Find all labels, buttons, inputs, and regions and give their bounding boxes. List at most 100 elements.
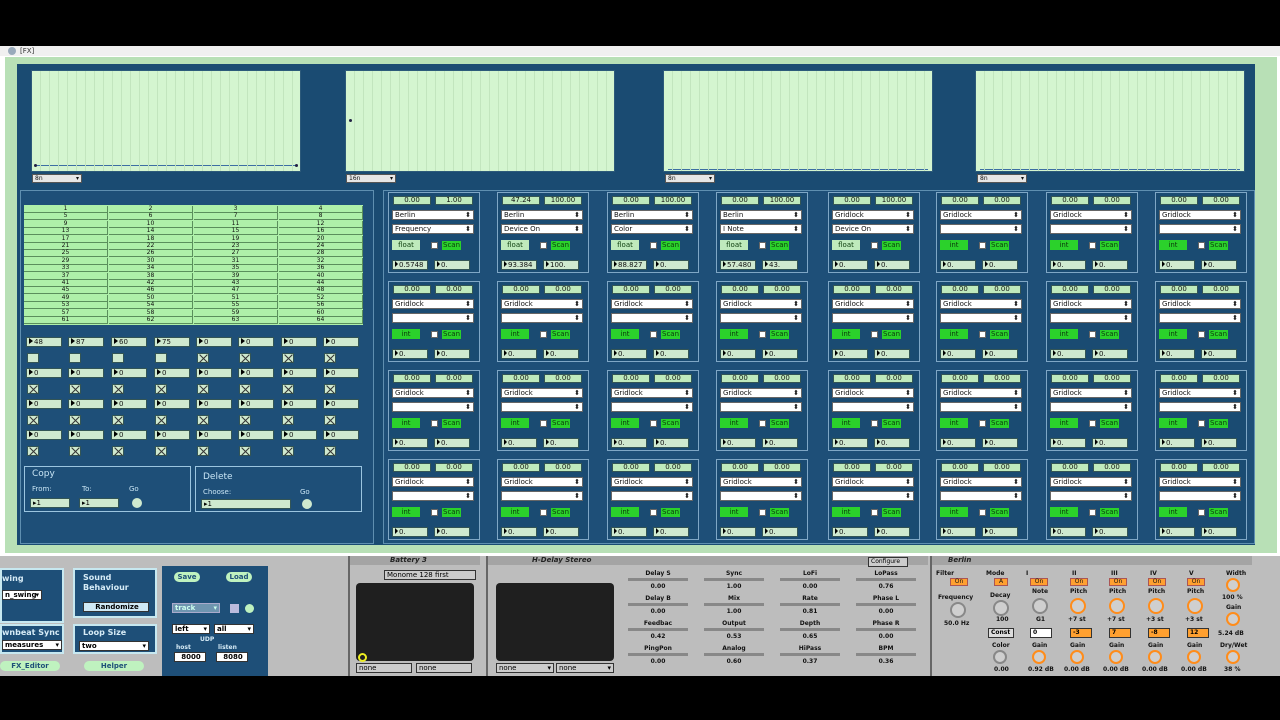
value-1-field[interactable]: 0. bbox=[832, 527, 868, 537]
matrix-toggle[interactable] bbox=[324, 352, 336, 363]
range-high-field[interactable]: 0.00 bbox=[1202, 463, 1240, 472]
device-select[interactable]: Gridlock bbox=[940, 299, 1022, 309]
note-knob[interactable] bbox=[1032, 598, 1048, 614]
matrix-number[interactable]: 0 bbox=[238, 399, 274, 409]
scan-checkbox[interactable] bbox=[540, 331, 547, 338]
matrix-toggle[interactable] bbox=[112, 414, 124, 425]
param-slider[interactable] bbox=[704, 578, 764, 581]
value-1-field[interactable]: 0. bbox=[720, 349, 756, 359]
value-1-field[interactable]: 0. bbox=[940, 527, 976, 537]
matrix-number[interactable]: 0 bbox=[111, 399, 147, 409]
value-2-field[interactable]: 0. bbox=[653, 349, 689, 359]
matrix-toggle[interactable] bbox=[324, 383, 336, 394]
matrix-toggle[interactable] bbox=[239, 383, 251, 394]
matrix-toggle[interactable] bbox=[69, 383, 81, 394]
value-1-field[interactable]: 0. bbox=[1159, 349, 1195, 359]
matrix-number[interactable]: 0 bbox=[154, 368, 190, 378]
value-1-field[interactable]: 0. bbox=[1159, 260, 1195, 270]
matrix-number[interactable]: 0 bbox=[323, 430, 359, 440]
device-select[interactable]: Gridlock bbox=[611, 299, 693, 309]
mode-toggle[interactable]: int bbox=[501, 507, 529, 517]
mode-toggle[interactable]: int bbox=[940, 418, 968, 428]
range-high-field[interactable]: 0.00 bbox=[875, 374, 913, 383]
scope-select[interactable]: all bbox=[214, 624, 254, 634]
mode-toggle[interactable]: int bbox=[1050, 329, 1078, 339]
parameter-select[interactable] bbox=[501, 402, 583, 412]
pitch-knob[interactable] bbox=[1070, 598, 1086, 614]
range-high-field[interactable]: 0.00 bbox=[435, 285, 473, 294]
matrix-toggle[interactable] bbox=[197, 383, 209, 394]
value-2-field[interactable]: 0. bbox=[874, 438, 910, 448]
value-2-field[interactable]: 0. bbox=[874, 260, 910, 270]
mode-toggle[interactable]: float bbox=[720, 240, 748, 250]
range-high-field[interactable]: 1.00 bbox=[435, 196, 473, 205]
matrix-toggle[interactable] bbox=[27, 445, 39, 456]
parameter-select[interactable] bbox=[1050, 313, 1132, 323]
range-high-field[interactable]: 0.00 bbox=[983, 374, 1021, 383]
matrix-toggle[interactable] bbox=[27, 383, 39, 394]
copy-go-button[interactable] bbox=[132, 498, 142, 508]
parameter-select[interactable] bbox=[832, 491, 914, 501]
loop-size-select[interactable]: two bbox=[79, 641, 149, 651]
scan-checkbox[interactable] bbox=[871, 420, 878, 427]
plotter-2-rate-select[interactable]: 16n bbox=[346, 174, 396, 183]
parameter-select[interactable] bbox=[392, 313, 474, 323]
plotter-4-rate-select[interactable]: 8n bbox=[977, 174, 1027, 183]
param-slider[interactable] bbox=[704, 653, 764, 656]
range-low-field[interactable]: 0.00 bbox=[393, 374, 431, 383]
device-select[interactable]: Gridlock bbox=[392, 477, 474, 487]
grid-cell[interactable]: 62 bbox=[109, 317, 193, 324]
parameter-select[interactable] bbox=[501, 491, 583, 501]
scan-checkbox[interactable] bbox=[431, 331, 438, 338]
matrix-number[interactable]: 87 bbox=[68, 337, 104, 347]
range-low-field[interactable]: 0.00 bbox=[1051, 285, 1089, 294]
hdelay-input-1[interactable]: none bbox=[496, 663, 554, 673]
value-1-field[interactable]: 0. bbox=[720, 438, 756, 448]
matrix-number[interactable]: 75 bbox=[154, 337, 190, 347]
value-2-field[interactable]: 100. bbox=[543, 260, 579, 270]
range-low-field[interactable]: 0.00 bbox=[1160, 463, 1198, 472]
grid-cell[interactable]: 61 bbox=[24, 317, 108, 324]
range-high-field[interactable]: 0.00 bbox=[875, 285, 913, 294]
plotter-4[interactable] bbox=[975, 70, 1245, 172]
voice-1-gain-knob[interactable] bbox=[1032, 650, 1046, 664]
matrix-toggle[interactable] bbox=[155, 445, 167, 456]
range-high-field[interactable]: 0.00 bbox=[435, 374, 473, 383]
value-1-field[interactable]: 0. bbox=[832, 438, 868, 448]
value-2-field[interactable]: 0. bbox=[543, 349, 579, 359]
matrix-toggle[interactable] bbox=[155, 383, 167, 394]
value-2-field[interactable]: 0. bbox=[1092, 349, 1128, 359]
scan-checkbox[interactable] bbox=[871, 331, 878, 338]
device-select[interactable]: Berlin bbox=[392, 210, 474, 220]
parameter-select[interactable] bbox=[832, 402, 914, 412]
mode-toggle[interactable]: int bbox=[940, 240, 968, 250]
plotter-1[interactable] bbox=[31, 70, 301, 172]
device-select[interactable]: Berlin bbox=[720, 210, 802, 220]
range-high-field[interactable]: 0.00 bbox=[544, 463, 582, 472]
matrix-toggle[interactable] bbox=[324, 414, 336, 425]
mode-toggle[interactable]: int bbox=[1159, 240, 1187, 250]
fx-editor-button[interactable]: FX_Editor bbox=[0, 661, 60, 671]
battery-input-2[interactable]: none bbox=[416, 663, 472, 673]
out-gain-knob[interactable] bbox=[1226, 612, 1240, 626]
device-select[interactable]: Gridlock bbox=[720, 477, 802, 487]
device-select[interactable]: Gridlock bbox=[501, 388, 583, 398]
parameter-select[interactable]: Frequency bbox=[392, 224, 474, 234]
mode-toggle[interactable]: int bbox=[720, 507, 748, 517]
mode-toggle[interactable]: int bbox=[940, 329, 968, 339]
device-select[interactable]: Gridlock bbox=[1159, 210, 1241, 220]
value-2-field[interactable]: 0. bbox=[653, 260, 689, 270]
range-low-field[interactable]: 0.00 bbox=[721, 196, 759, 205]
matrix-toggle[interactable] bbox=[239, 414, 251, 425]
scan-checkbox[interactable] bbox=[1089, 242, 1096, 249]
mode-toggle[interactable]: int bbox=[1159, 329, 1187, 339]
mode-toggle[interactable]: float bbox=[611, 240, 639, 250]
parameter-select[interactable] bbox=[720, 313, 802, 323]
offset-field[interactable]: 12 bbox=[1187, 628, 1209, 638]
range-low-field[interactable]: 0.00 bbox=[833, 374, 871, 383]
step-grid-64[interactable]: 1 2 3 4 5 6 7 8 9 10 11 12 13 14 15 16 17 18 19 20 21 22 23 24 2… bbox=[24, 205, 363, 325]
parameter-select[interactable]: Color bbox=[611, 224, 693, 234]
parameter-select[interactable] bbox=[940, 402, 1022, 412]
copy-from-field[interactable]: ▸1 bbox=[30, 498, 70, 508]
value-1-field[interactable]: 0. bbox=[501, 527, 537, 537]
